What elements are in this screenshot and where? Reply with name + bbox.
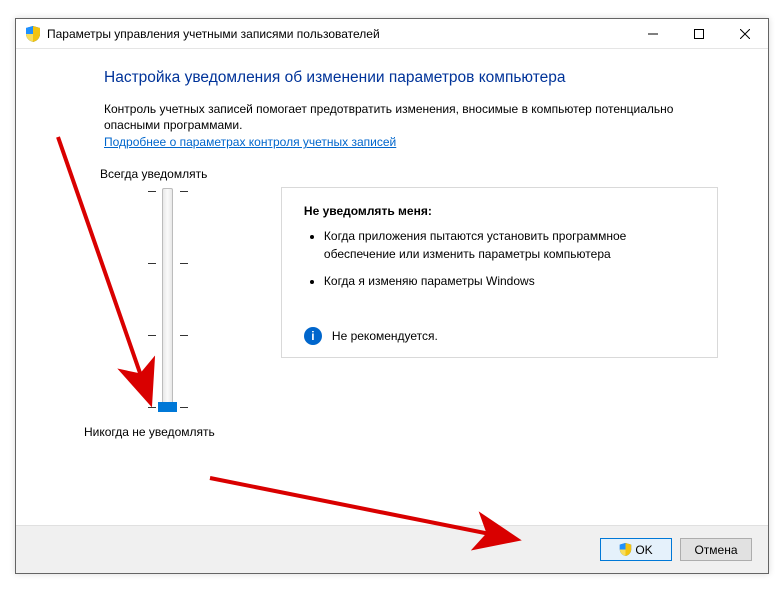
close-button[interactable] xyxy=(722,19,768,49)
window-title: Параметры управления учетными записями п… xyxy=(47,27,630,41)
panel-bullets: Когда приложения пытаются установить про… xyxy=(304,228,697,290)
slider-tick xyxy=(148,335,188,336)
panel-bullet: Когда приложения пытаются установить про… xyxy=(324,228,697,263)
slider-area: Всегда уведомлять Никогда не уведомлять … xyxy=(104,167,718,439)
slider-label-top: Всегда уведомлять xyxy=(100,167,253,181)
recommendation-text: Не рекомендуется. xyxy=(332,329,438,343)
page-heading: Настройка уведомления об изменении парам… xyxy=(104,69,718,87)
notification-panel: Не уведомлять меня: Когда приложения пыт… xyxy=(281,187,718,357)
page-description: Контроль учетных записей помогает предот… xyxy=(104,101,718,133)
learn-more-link[interactable]: Подробнее о параметрах контроля учетных … xyxy=(104,135,396,149)
ok-label: OK xyxy=(635,543,652,557)
titlebar: Параметры управления учетными записями п… xyxy=(16,19,768,49)
shield-icon xyxy=(25,26,41,42)
info-icon: i xyxy=(304,327,322,345)
slider-channel xyxy=(162,188,173,412)
recommendation-row: i Не рекомендуется. xyxy=(304,327,697,345)
slider-tick xyxy=(148,191,188,192)
maximize-button[interactable] xyxy=(676,19,722,49)
panel-bullet: Когда я изменяю параметры Windows xyxy=(324,273,697,290)
slider-tick xyxy=(148,263,188,264)
uac-settings-window: Параметры управления учетными записями п… xyxy=(15,18,769,574)
slider-column: Всегда уведомлять Никогда не уведомлять xyxy=(104,167,253,439)
cancel-label: Отмена xyxy=(694,543,737,557)
ok-button[interactable]: OK xyxy=(600,538,672,561)
panel-title: Не уведомлять меня: xyxy=(304,204,697,218)
dialog-footer: OK Отмена xyxy=(16,525,768,573)
cancel-button[interactable]: Отмена xyxy=(680,538,752,561)
window-controls xyxy=(630,19,768,49)
shield-icon xyxy=(619,543,632,557)
slider-thumb[interactable] xyxy=(158,402,177,412)
uac-slider[interactable] xyxy=(148,185,188,415)
content-area: Настройка уведомления об изменении парам… xyxy=(16,49,768,525)
minimize-button[interactable] xyxy=(630,19,676,49)
slider-label-bottom: Никогда не уведомлять xyxy=(84,425,253,439)
